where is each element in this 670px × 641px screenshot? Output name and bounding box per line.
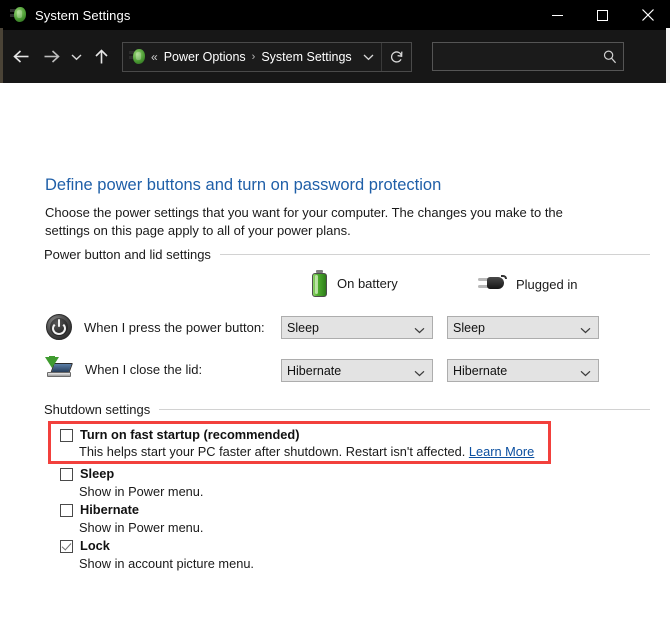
forward-arrow-icon	[44, 50, 60, 63]
hibernate-label: Hibernate	[80, 502, 140, 517]
close-lid-plugged-in-combo[interactable]: Hibernate	[447, 359, 599, 382]
window-right-edge-artifact	[666, 28, 670, 83]
shutdown-section-header: Shutdown settings	[44, 402, 650, 417]
system-settings-window: System Settings « Power Options › System…	[0, 0, 670, 641]
breadcrumb-power-options[interactable]: Power Options	[164, 50, 246, 64]
breadcrumb-separator-icon[interactable]: ›	[252, 51, 256, 63]
close-lid-on-battery-combo[interactable]: Hibernate	[281, 359, 433, 382]
shutdown-section-label: Shutdown settings	[44, 402, 151, 417]
fast-startup-label: Turn on fast startup (recommended)	[80, 427, 300, 442]
power-plug-icon	[477, 274, 507, 294]
row-close-lid-label: When I close the lid:	[85, 361, 203, 377]
column-header-plugged-in: Plugged in	[477, 274, 577, 294]
checkbox-fast-startup[interactable]: Turn on fast startup (recommended)	[60, 427, 299, 442]
chevron-down-icon	[363, 54, 373, 60]
row-power-button: When I press the power button:	[46, 314, 265, 340]
title-bar: System Settings	[0, 0, 670, 30]
close-lid-plugged-in-select[interactable]: Hibernate	[447, 359, 599, 382]
address-bar[interactable]: « Power Options › System Settings	[122, 41, 412, 72]
checkbox-sleep[interactable]: Sleep	[60, 466, 114, 481]
minimize-button[interactable]	[535, 0, 580, 30]
power-section-header: Power button and lid settings	[44, 247, 650, 262]
search-input[interactable]	[433, 48, 597, 65]
search-box[interactable]	[432, 42, 624, 71]
navigation-toolbar: « Power Options › System Settings	[0, 30, 670, 83]
maximize-icon	[597, 9, 608, 21]
search-glass-icon	[603, 49, 617, 63]
close-button[interactable]	[625, 0, 670, 30]
column-header-on-battery-label: On battery	[337, 276, 398, 291]
column-header-on-battery: On battery	[311, 270, 398, 297]
refresh-button[interactable]	[381, 42, 411, 71]
back-arrow-icon	[12, 50, 28, 63]
breadcrumb-overflow[interactable]: «	[151, 50, 158, 64]
lock-description: Show in account picture menu.	[79, 556, 254, 571]
power-section-label: Power button and lid settings	[44, 247, 211, 262]
column-header-plugged-in-label: Plugged in	[516, 276, 578, 292]
minimize-icon	[552, 14, 563, 16]
lock-label: Lock	[80, 538, 110, 553]
power-section-rule	[219, 254, 650, 255]
address-bar-icon	[128, 48, 145, 65]
back-button[interactable]	[6, 40, 36, 74]
maximize-button[interactable]	[580, 0, 625, 30]
close-icon	[641, 9, 654, 21]
learn-more-link[interactable]: Learn More	[469, 444, 534, 459]
chevron-down-icon	[71, 53, 81, 60]
hibernate-checkbox[interactable]	[60, 504, 73, 517]
hibernate-description: Show in Power menu.	[79, 520, 204, 535]
refresh-icon	[390, 50, 402, 63]
power-button-on-battery-combo[interactable]: Sleep	[281, 316, 433, 339]
search-icon[interactable]	[597, 49, 623, 64]
lock-checkbox[interactable]	[60, 540, 73, 553]
fast-startup-description-text: This helps start your PC faster after sh…	[79, 444, 466, 459]
checkbox-lock[interactable]: Lock	[60, 538, 110, 553]
sleep-description: Show in Power menu.	[79, 484, 204, 499]
fast-startup-checkbox[interactable]	[60, 429, 73, 442]
window-left-edge-artifact	[0, 28, 3, 83]
sleep-label: Sleep	[80, 466, 115, 481]
row-close-lid: When I close the lid:	[45, 356, 203, 381]
battery-icon	[311, 270, 328, 297]
row-power-button-label: When I press the power button:	[84, 319, 265, 335]
power-button-plugged-in-combo[interactable]: Sleep	[447, 316, 599, 339]
checkbox-hibernate[interactable]: Hibernate	[60, 502, 139, 517]
breadcrumb-system-settings[interactable]: System Settings	[261, 50, 351, 64]
shutdown-section-rule	[159, 409, 650, 410]
laptop-lid-icon	[45, 356, 74, 381]
window-title: System Settings	[35, 7, 131, 23]
forward-button[interactable]	[36, 40, 66, 74]
power-button-plugged-in-select[interactable]: Sleep	[447, 316, 599, 339]
power-button-on-battery-select[interactable]: Sleep	[281, 316, 433, 339]
sleep-checkbox[interactable]	[60, 468, 73, 481]
close-lid-on-battery-select[interactable]: Hibernate	[281, 359, 433, 382]
fast-startup-description: This helps start your PC faster after sh…	[79, 444, 534, 459]
page-title: Define power buttons and turn on passwor…	[45, 176, 442, 194]
up-button[interactable]	[86, 40, 116, 74]
system-settings-icon	[9, 6, 27, 24]
address-dropdown-button[interactable]	[355, 43, 381, 71]
power-button-icon	[46, 314, 72, 340]
content-pane: Define power buttons and turn on passwor…	[0, 83, 670, 641]
page-description: Choose the power settings that you want …	[45, 205, 563, 238]
recent-locations-button[interactable]	[66, 40, 86, 74]
up-arrow-icon	[94, 48, 108, 63]
